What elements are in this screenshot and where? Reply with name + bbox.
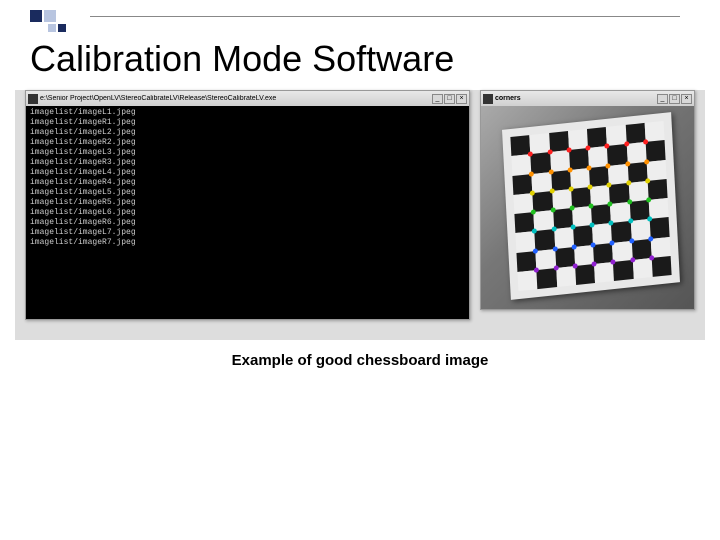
chess-square [534, 210, 554, 231]
chess-square [575, 264, 595, 285]
close-button[interactable]: × [681, 94, 692, 104]
chess-square [554, 227, 574, 248]
chess-square [532, 172, 552, 193]
chess-square [611, 221, 631, 242]
chess-square [631, 238, 651, 259]
chess-square [591, 204, 611, 225]
chess-square [628, 181, 648, 202]
chess-square [549, 131, 569, 152]
chess-square [630, 219, 650, 240]
accent-square [48, 24, 56, 32]
chess-square [556, 266, 576, 287]
chess-square [571, 187, 591, 208]
app-icon [483, 94, 493, 104]
chess-square [650, 236, 670, 257]
corners-title: corners [495, 95, 521, 102]
chessboard [502, 112, 680, 300]
chess-square [550, 150, 570, 171]
chess-square [516, 251, 536, 272]
chess-square [551, 170, 571, 191]
chess-square [649, 217, 669, 238]
minimize-button[interactable]: _ [432, 94, 443, 104]
maximize-button[interactable]: □ [669, 94, 680, 104]
chess-square [535, 229, 555, 250]
chess-square [627, 161, 647, 182]
corners-titlebar[interactable]: corners _ □ × [481, 91, 694, 106]
chess-square [632, 258, 652, 279]
chess-square [589, 165, 609, 186]
console-window[interactable]: e:\Senior Project\OpenLV\StereoCalibrate… [25, 90, 470, 320]
accent-line [90, 16, 680, 17]
console-titlebar[interactable]: e:\Senior Project\OpenLV\StereoCalibrate… [26, 91, 469, 106]
chess-square [513, 193, 533, 214]
chess-square [512, 174, 532, 195]
chess-square [645, 140, 665, 161]
console-output: imagelist/imageL1.jpeg imagelist/imageR1… [26, 106, 469, 319]
chess-square [590, 185, 610, 206]
chess-square [608, 163, 628, 184]
chess-square [594, 262, 614, 283]
chess-square [530, 133, 550, 154]
chess-square [569, 148, 589, 169]
chess-square [515, 231, 535, 252]
maximize-button[interactable]: □ [444, 94, 455, 104]
chess-square [629, 200, 649, 221]
chess-square [517, 270, 537, 291]
chess-square [587, 127, 607, 148]
chess-square [647, 179, 667, 200]
screenshot-area: e:\Senior Project\OpenLV\StereoCalibrate… [15, 90, 705, 340]
chess-square [531, 152, 551, 173]
chess-square [607, 144, 627, 165]
chess-square [511, 154, 531, 175]
slide-title: Calibration Mode Software [30, 38, 454, 80]
chess-square [613, 260, 633, 281]
chess-square [572, 206, 592, 227]
slide-accent [30, 10, 66, 32]
chess-square [644, 121, 664, 142]
chess-square [592, 223, 612, 244]
close-button[interactable]: × [456, 94, 467, 104]
accent-square [58, 24, 66, 32]
minimize-button[interactable]: _ [657, 94, 668, 104]
chess-square [552, 189, 572, 210]
chess-square [555, 247, 575, 268]
chess-square [510, 135, 530, 156]
corners-window[interactable]: corners _ □ × [480, 90, 695, 310]
chess-square [609, 183, 629, 204]
chess-square [606, 125, 626, 146]
chess-square [610, 202, 630, 223]
chess-square [553, 208, 573, 229]
chess-square [651, 256, 671, 277]
chess-square [625, 123, 645, 144]
chess-square [626, 142, 646, 163]
chess-square [570, 168, 590, 189]
chess-square [536, 249, 556, 270]
chess-square [646, 159, 666, 180]
chess-square [533, 191, 553, 212]
chess-square [593, 242, 613, 263]
app-icon [28, 94, 38, 104]
chess-square [568, 129, 588, 150]
chess-square [612, 240, 632, 261]
chess-square [514, 212, 534, 233]
chess-square [537, 268, 557, 289]
accent-square [30, 10, 42, 22]
accent-square [44, 10, 56, 22]
caption: Example of good chessboard image [0, 352, 720, 369]
chess-square [648, 198, 668, 219]
chess-square [588, 146, 608, 167]
console-title: e:\Senior Project\OpenLV\StereoCalibrate… [40, 95, 276, 102]
chess-square [574, 245, 594, 266]
corners-image [481, 106, 694, 309]
chess-square [573, 225, 593, 246]
